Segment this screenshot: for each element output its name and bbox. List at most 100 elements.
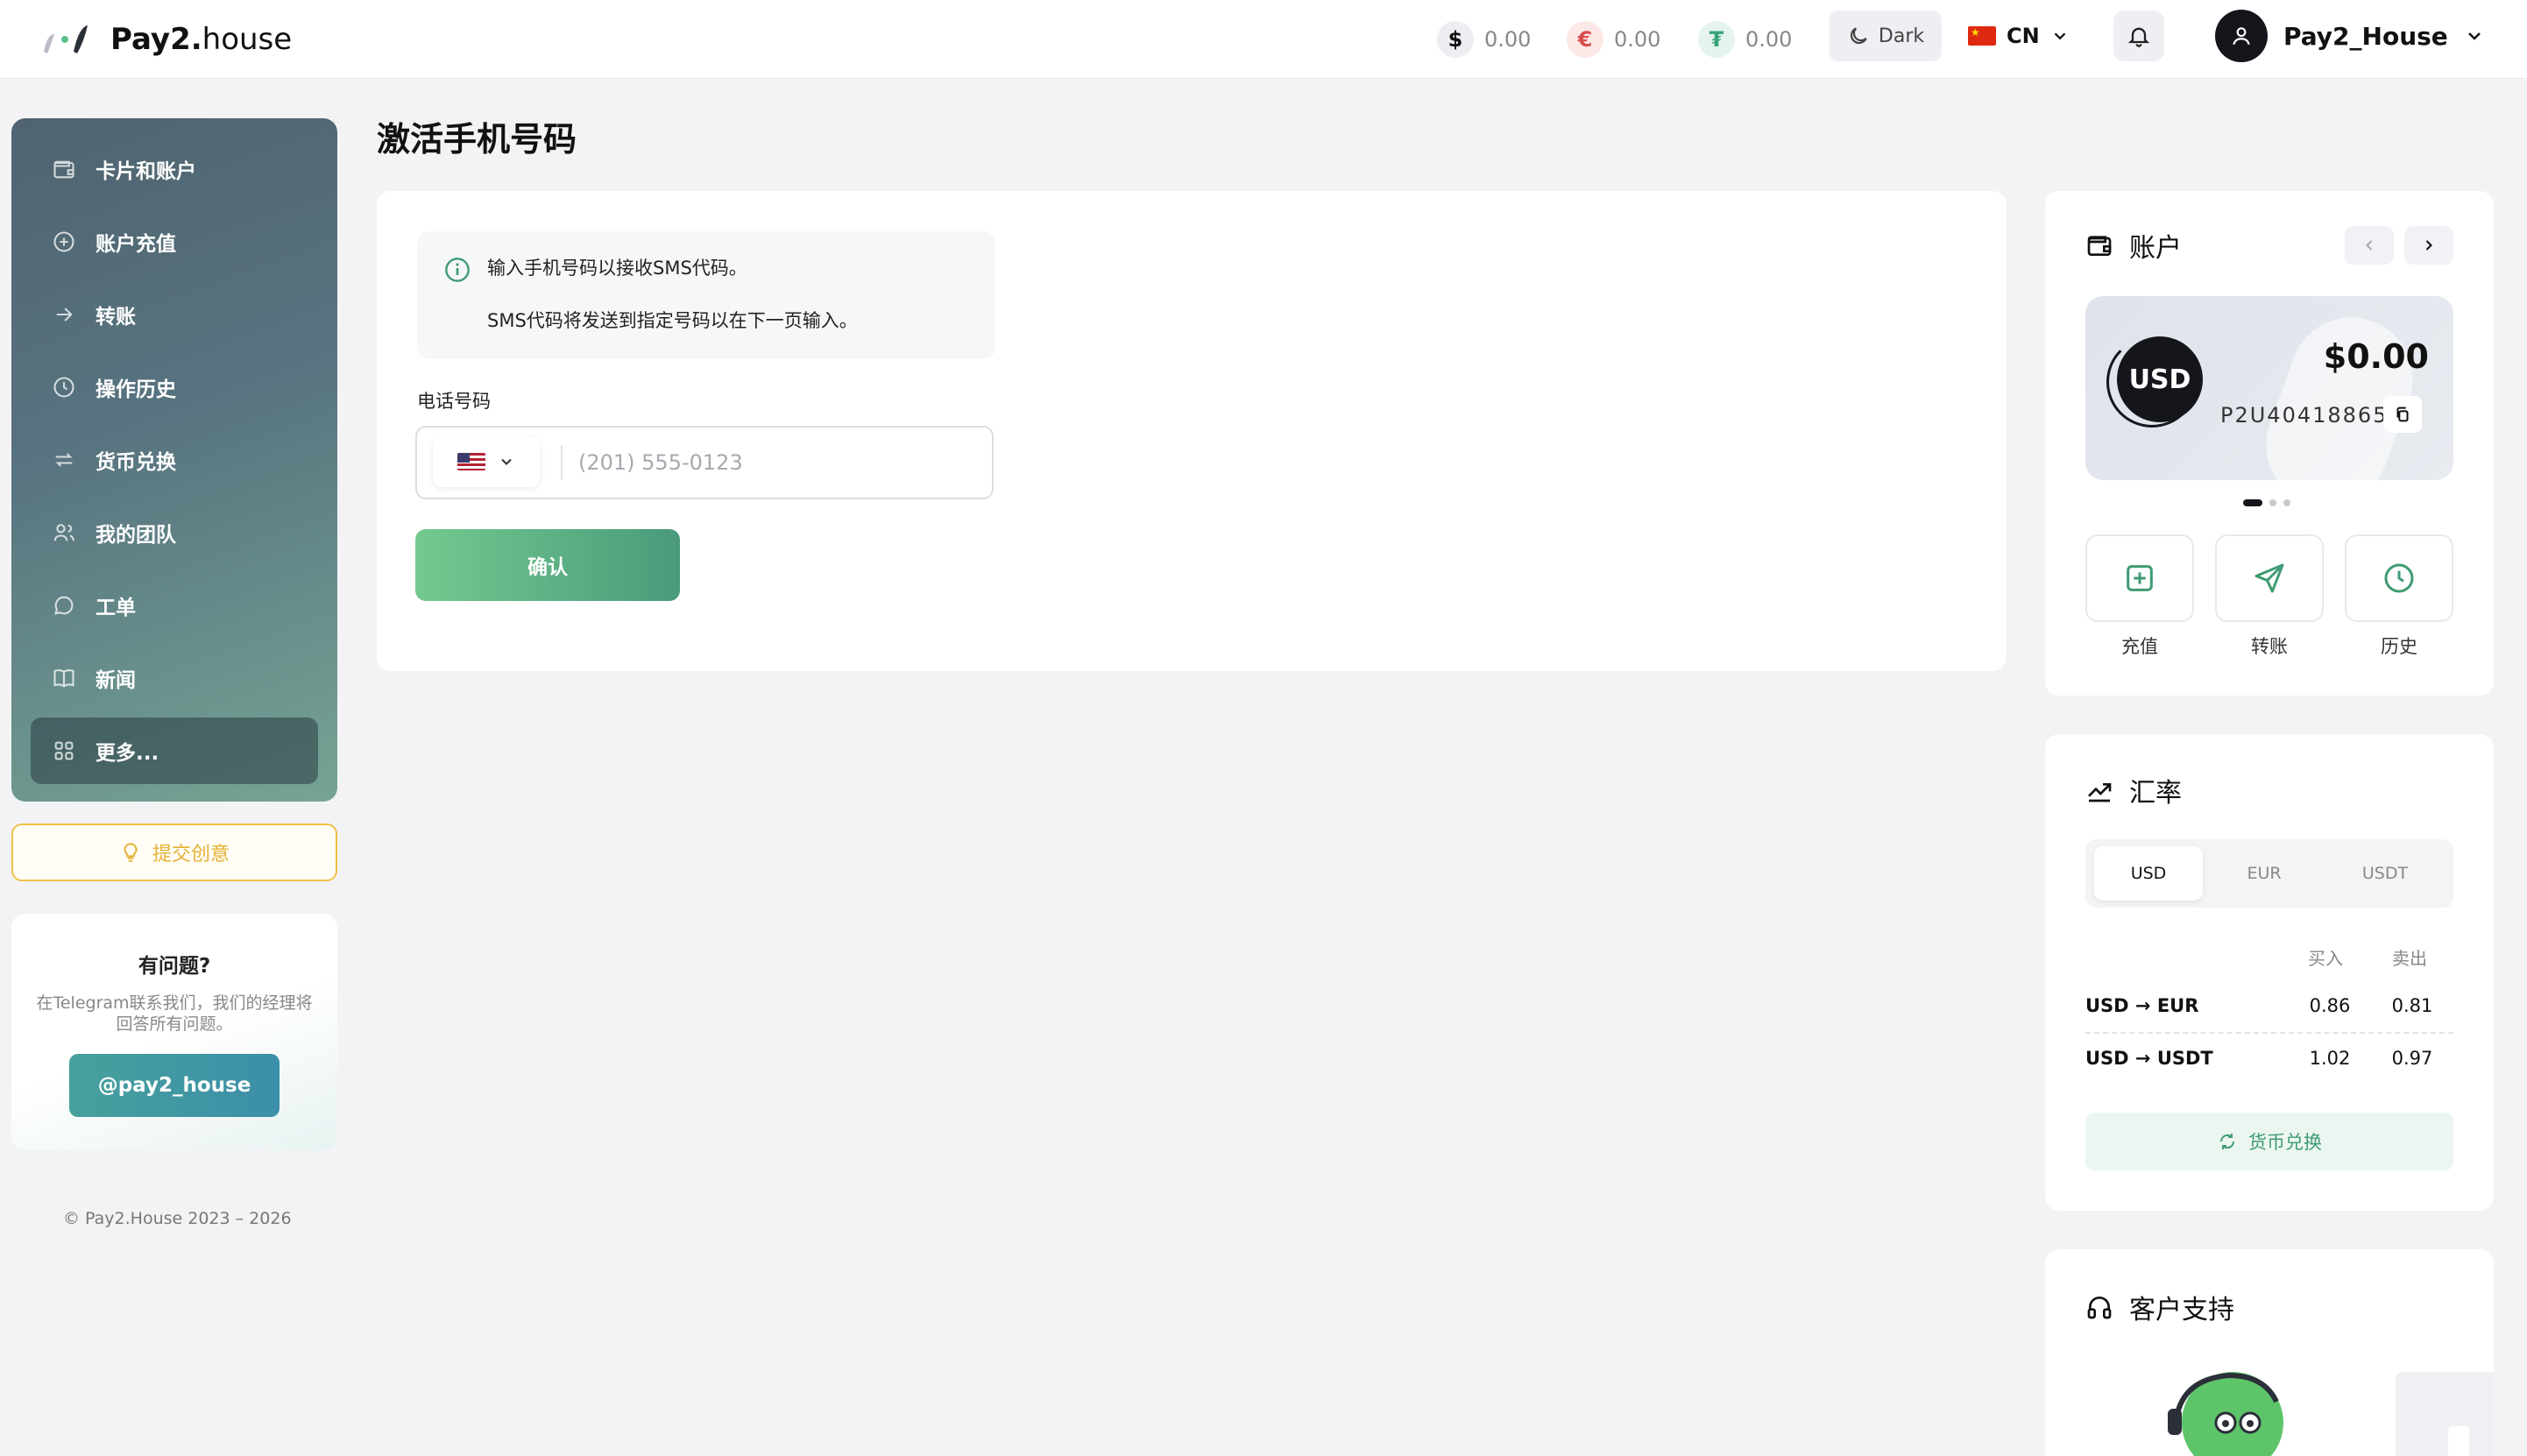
phone-input[interactable]: [578, 438, 981, 487]
sidebar-item-label: 货币兑换: [96, 451, 176, 474]
col-sell-header: 卖出: [2392, 948, 2427, 969]
sidebar-item-transfer[interactable]: 转账: [31, 281, 318, 348]
confirm-button[interactable]: 确认: [415, 529, 680, 601]
copy-account-button[interactable]: [2383, 396, 2422, 433]
sidebar-item-topup[interactable]: 账户充值: [31, 209, 318, 275]
sidebar-item-cards[interactable]: 卡片和账户: [31, 136, 318, 202]
app-logo[interactable]: Pay2.house: [39, 16, 292, 63]
history-action-label: 历史: [2381, 636, 2417, 657]
chat-icon: [54, 596, 74, 615]
telegram-button[interactable]: @pay2_house: [69, 1054, 280, 1117]
plus-square-icon: [2127, 565, 2153, 591]
theme-label: Dark: [1878, 25, 1925, 47]
swap-icon: [55, 453, 73, 467]
history-action-button[interactable]: [2345, 534, 2453, 622]
carousel-dot[interactable]: [2269, 499, 2276, 506]
phone-label: 电话号码: [417, 391, 491, 412]
info-text-line2: SMS代码将发送到指定号码以在下一页输入。: [487, 310, 858, 331]
sidebar-item-label: 我的团队: [96, 524, 176, 547]
carousel-dot[interactable]: [2283, 499, 2290, 506]
info-text-line1: 输入手机号码以接收SMS代码。: [487, 258, 747, 279]
arrow-right-icon: [56, 307, 73, 322]
sidebar-item-news[interactable]: 新闻: [31, 645, 318, 711]
balance-usd[interactable]: $ 0.00: [1437, 19, 1531, 60]
rate-pair: USD → USDT: [2085, 1048, 2213, 1069]
page-title: 激活手机号码: [377, 120, 577, 159]
clock-icon: [2384, 563, 2414, 593]
sidebar-item-label: 工单: [96, 597, 136, 619]
username: Pay2_House: [2283, 21, 2448, 51]
sidebar-item-label: 账户充值: [96, 233, 176, 256]
rate-buy: 0.86: [2309, 995, 2351, 1016]
sidebar-item-label: 操作历史: [96, 378, 176, 401]
country-code-select[interactable]: [433, 436, 540, 487]
trending-up-icon: [2088, 783, 2112, 802]
dollar-icon: $: [1437, 21, 1474, 58]
sidebar-nav: 卡片和账户 账户充值 转账 操作历史 货币兑换 我的团队 工单 新闻 更多...: [11, 118, 337, 802]
account-balance: $0.00: [2323, 337, 2429, 376]
balance-usdt[interactable]: ₮ 0.00: [1698, 19, 1792, 60]
support-screen-illustration: [2396, 1372, 2494, 1456]
help-title: 有问题?: [138, 955, 211, 978]
support-card: [2045, 1249, 2494, 1456]
grid-icon: [54, 741, 74, 760]
rate-pair: USD → EUR: [2085, 995, 2199, 1016]
user-menu[interactable]: Pay2_House: [2215, 9, 2485, 63]
language-selector[interactable]: CN: [1968, 11, 2070, 61]
flag-cn-icon: [1968, 26, 1996, 46]
tab-usdt[interactable]: USDT: [2331, 846, 2439, 901]
sidebar-item-label: 转账: [96, 306, 136, 329]
submit-idea-button[interactable]: 提交创意: [11, 823, 337, 881]
tab-eur[interactable]: EUR: [2210, 846, 2318, 901]
rate-sell: 0.97: [2391, 1048, 2433, 1069]
carousel-dots: [2243, 499, 2290, 506]
col-buy-header: 买入: [2308, 948, 2343, 969]
support-mascot-illustration: [2168, 1372, 2283, 1456]
help-text: 在Telegram联系我们，我们的经理将回答所有问题。: [36, 993, 313, 1034]
account-title: 账户: [2129, 233, 2182, 264]
chevron-left-icon: [2366, 240, 2373, 251]
balance-usd-value: 0.00: [1484, 27, 1532, 52]
avatar: [2215, 10, 2268, 62]
account-next-button[interactable]: [2404, 226, 2453, 265]
balance-eur[interactable]: € 0.00: [1567, 19, 1660, 60]
notifications-button[interactable]: [2113, 11, 2164, 61]
sidebar-item-tickets[interactable]: 工单: [31, 572, 318, 639]
info-box: [417, 231, 995, 359]
account-header: 账户: [2085, 226, 2182, 265]
headphones-icon: [2087, 1297, 2112, 1319]
copy-icon: [2396, 406, 2409, 422]
send-icon: [2254, 563, 2284, 593]
account-prev-button[interactable]: [2345, 226, 2394, 265]
sidebar-item-label: 新闻: [96, 669, 136, 692]
topup-action-button[interactable]: [2085, 534, 2194, 622]
currency-exchange-button[interactable]: 货币兑换: [2085, 1113, 2453, 1170]
transfer-action-label: 转账: [2251, 636, 2288, 657]
plus-circle-icon: [53, 231, 74, 252]
tab-usd[interactable]: USD: [2094, 846, 2203, 901]
rates-title: 汇率: [2129, 778, 2182, 809]
balance-eur-value: 0.00: [1614, 27, 1661, 52]
sidebar-item-team[interactable]: 我的团队: [31, 499, 318, 566]
theme-toggle-button[interactable]: Dark: [1830, 11, 1942, 61]
sidebar-item-more[interactable]: 更多...: [31, 717, 318, 784]
rate-row: USD → EUR 0.86 0.81: [2085, 979, 2453, 1032]
clock-icon: [53, 377, 74, 398]
sidebar-item-label: 更多...: [96, 742, 159, 765]
refresh-icon: [2219, 1134, 2235, 1149]
field-separator: [561, 445, 563, 480]
topup-action-label: 充值: [2121, 636, 2158, 657]
moon-icon: [1850, 27, 1867, 45]
flag-us-icon: [457, 453, 485, 470]
logo-mark-icon: [44, 25, 88, 53]
sidebar-item-exchange[interactable]: 货币兑换: [31, 427, 318, 493]
book-icon: [53, 669, 74, 688]
help-card: 有问题? 在Telegram联系我们，我们的经理将回答所有问题。 @pay2_h…: [11, 914, 337, 1150]
rates-header: 汇率: [2085, 771, 2182, 809]
chevron-down-icon: [501, 458, 512, 465]
support-title: 客户支持: [2129, 1295, 2234, 1325]
carousel-dot[interactable]: [2243, 499, 2262, 506]
sidebar-item-history[interactable]: 操作历史: [31, 354, 318, 421]
transfer-action-button[interactable]: [2215, 534, 2324, 622]
rate-row: USD → USDT 1.02 0.97: [2085, 1032, 2453, 1085]
